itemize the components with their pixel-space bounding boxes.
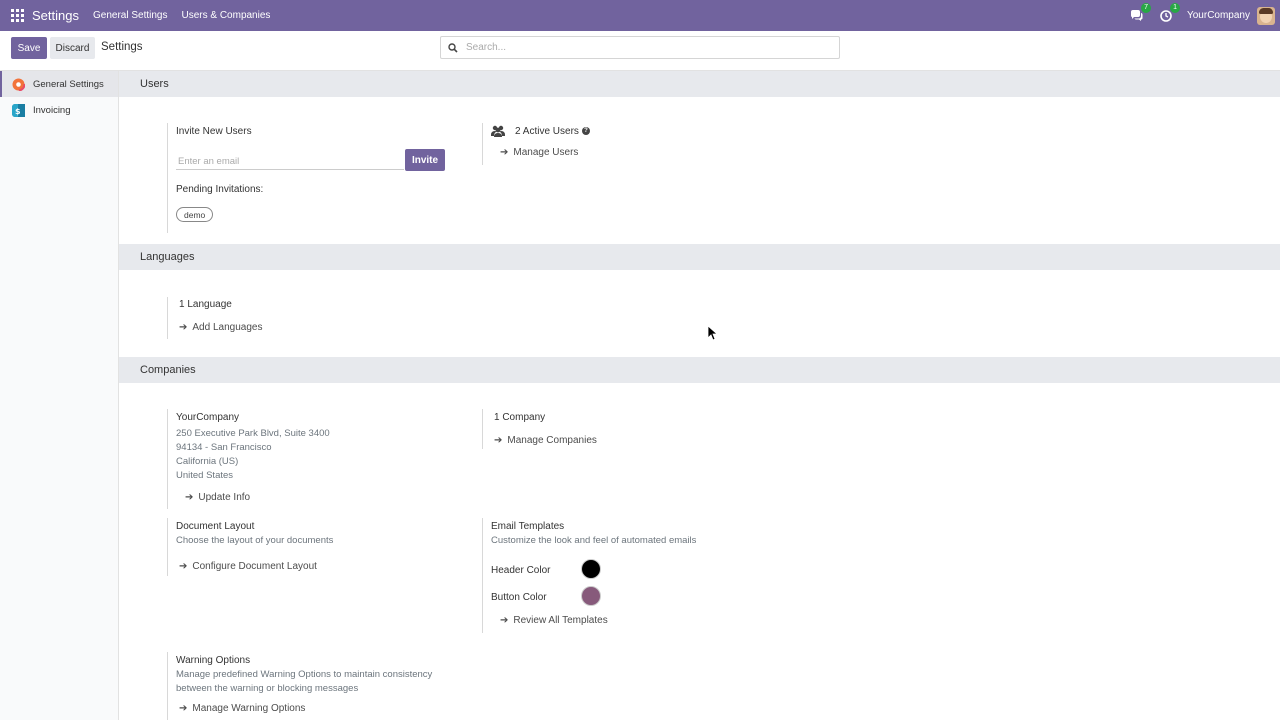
- apps-menu-icon[interactable]: [11, 8, 25, 23]
- sidebar-item-general-settings[interactable]: General Settings: [0, 71, 118, 97]
- arrow-right-icon: ➔: [494, 435, 503, 446]
- warning-options-description: Manage predefined Warning Options to mai…: [176, 669, 433, 680]
- manage-companies-text: Manage Companies: [507, 435, 597, 446]
- company-address-line: United States: [176, 470, 234, 481]
- activity-clock-icon[interactable]: 1: [1158, 2, 1180, 24]
- invite-title: Invite New Users: [176, 126, 252, 137]
- settings-sidebar: General Settings $ Invoicing: [0, 71, 119, 720]
- top-navbar: Settings General Settings Users & Compan…: [0, 0, 1280, 31]
- email-templates-description: Customize the look and feel of automated…: [491, 535, 697, 546]
- warning-options-block: Warning Options Manage predefined Warnin…: [167, 652, 467, 720]
- arrow-right-icon: ➔: [179, 561, 188, 572]
- manage-warning-options-link[interactable]: ➔ Manage Warning Options: [179, 703, 305, 714]
- nav-menu-users-companies[interactable]: Users & Companies: [181, 10, 270, 21]
- invite-button[interactable]: Invite: [405, 149, 445, 171]
- section-title-companies: Companies: [140, 364, 196, 376]
- arrow-right-icon: ➔: [179, 322, 188, 333]
- section-header-users: Users: [119, 71, 1280, 97]
- review-templates-text: Review All Templates: [513, 615, 608, 626]
- email-templates-block: Email Templates Customize the look and f…: [482, 518, 782, 633]
- arrow-right-icon: ➔: [500, 615, 509, 626]
- configure-document-layout-link[interactable]: ➔ Configure Document Layout: [179, 561, 317, 572]
- language-count: 1 Language: [179, 299, 232, 310]
- section-header-languages: Languages: [119, 244, 1280, 270]
- active-users-text: 2 Active Users: [515, 126, 579, 137]
- active-users-count[interactable]: 2 Active Users?: [515, 126, 590, 137]
- search-bar[interactable]: [440, 36, 840, 59]
- header-color-label: Header Color: [491, 565, 551, 576]
- invoicing-app-icon: $: [12, 103, 25, 117]
- save-button[interactable]: Save: [11, 37, 47, 59]
- document-layout-block: Document Layout Choose the layout of you…: [167, 518, 457, 576]
- discard-button[interactable]: Discard: [50, 37, 95, 59]
- sidebar-item-label: General Settings: [33, 78, 104, 90]
- add-languages-text: Add Languages: [192, 322, 263, 333]
- chat-badge: 7: [1141, 2, 1151, 13]
- activity-badge: 1: [1170, 2, 1180, 13]
- update-info-link[interactable]: ➔ Update Info: [185, 492, 250, 503]
- languages-block: 1 Language ➔ Add Languages: [167, 297, 457, 339]
- section-title-languages: Languages: [140, 251, 195, 263]
- navbar-right: 7 1 YourCompany: [1129, 0, 1280, 31]
- search-icon: [448, 42, 458, 53]
- manage-companies-link[interactable]: ➔ Manage Companies: [494, 435, 597, 446]
- breadcrumb: Settings: [101, 41, 143, 53]
- document-layout-description: Choose the layout of your documents: [176, 535, 334, 546]
- pending-invitation-tag[interactable]: demo: [176, 207, 214, 222]
- sidebar-item-label: Invoicing: [33, 104, 71, 116]
- search-input[interactable]: [466, 42, 826, 53]
- help-icon[interactable]: ?: [581, 127, 590, 136]
- user-avatar[interactable]: [1257, 6, 1275, 25]
- section-title-users: Users: [140, 78, 169, 90]
- company-info-block: YourCompany 250 Executive Park Blvd, Sui…: [167, 409, 457, 509]
- section-header-companies: Companies: [119, 357, 1280, 383]
- mouse-cursor-icon: [707, 325, 719, 341]
- company-address-line: 94134 - San Francisco: [176, 442, 272, 453]
- app-brand[interactable]: Settings: [32, 8, 79, 23]
- arrow-right-icon: ➔: [500, 147, 509, 158]
- company-count-block: 1 Company ➔ Manage Companies: [482, 409, 782, 449]
- users-group-icon: [491, 125, 505, 140]
- company-switcher[interactable]: YourCompany: [1187, 10, 1250, 21]
- company-name: YourCompany: [176, 412, 240, 423]
- company-address-line: 250 Executive Park Blvd, Suite 3400: [176, 428, 330, 439]
- active-users-block: 2 Active Users? ➔ Manage Users: [482, 123, 782, 165]
- invite-users-block: Invite New Users Invite Pending Invitati…: [167, 123, 457, 233]
- company-address-line: California (US): [176, 456, 239, 467]
- button-color-label: Button Color: [491, 592, 547, 603]
- pending-invitations-label: Pending Invitations:: [176, 184, 264, 195]
- configure-layout-text: Configure Document Layout: [192, 561, 317, 572]
- company-count: 1 Company: [494, 412, 546, 423]
- review-all-templates-link[interactable]: ➔ Review All Templates: [500, 615, 608, 626]
- update-info-text: Update Info: [198, 492, 251, 503]
- chat-icon[interactable]: 7: [1129, 2, 1151, 24]
- add-languages-link[interactable]: ➔ Add Languages: [179, 322, 262, 333]
- warning-options-description: between the warning or blocking messages: [176, 683, 359, 694]
- header-color-picker[interactable]: [581, 559, 601, 579]
- nav-menu-general-settings[interactable]: General Settings: [93, 10, 168, 21]
- general-settings-app-icon: [12, 77, 25, 91]
- email-templates-title: Email Templates: [491, 521, 565, 532]
- invite-email-input[interactable]: [176, 153, 404, 170]
- button-color-picker[interactable]: [581, 586, 601, 606]
- arrow-right-icon: ➔: [185, 492, 194, 503]
- manage-users-link[interactable]: ➔ Manage Users: [500, 147, 578, 158]
- svg-text:$: $: [15, 107, 21, 116]
- control-panel: Save Discard Settings: [0, 31, 1280, 71]
- manage-users-text: Manage Users: [513, 147, 579, 158]
- warning-options-title: Warning Options: [176, 655, 251, 666]
- manage-warning-text: Manage Warning Options: [192, 703, 306, 714]
- settings-main: Users Invite New Users Invite Pending In…: [119, 71, 1280, 720]
- document-layout-title: Document Layout: [176, 521, 255, 532]
- sidebar-item-invoicing[interactable]: $ Invoicing: [0, 97, 118, 123]
- arrow-right-icon: ➔: [179, 703, 188, 714]
